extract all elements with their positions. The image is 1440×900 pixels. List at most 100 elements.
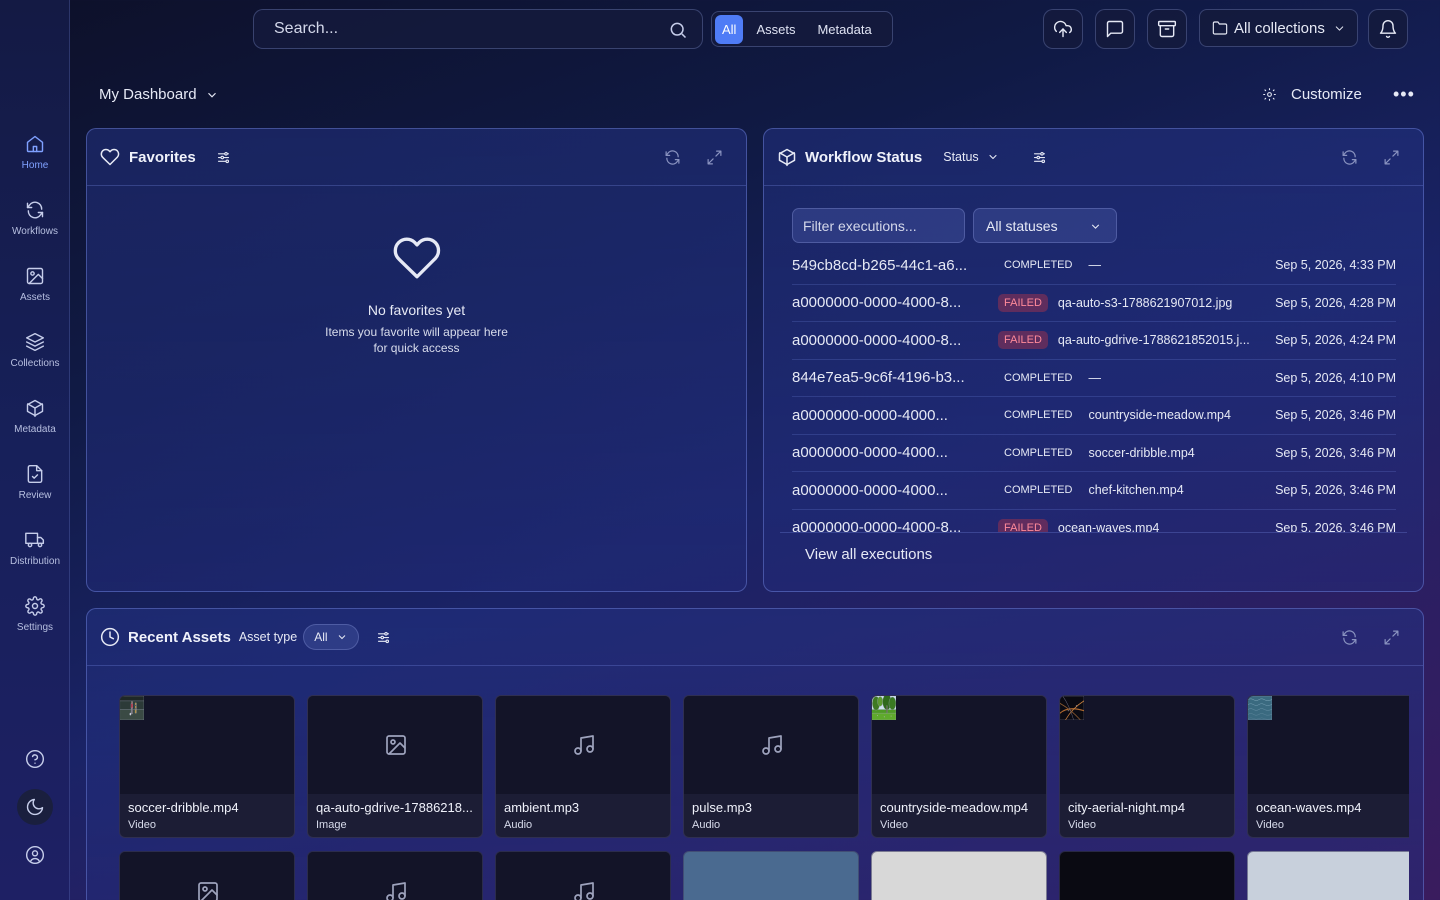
view-all-executions-link[interactable]: View all executions <box>805 546 932 563</box>
asset-type: Video <box>128 819 156 831</box>
refresh-icon[interactable] <box>664 149 681 166</box>
asset-card[interactable] <box>683 851 859 900</box>
help-button[interactable] <box>17 741 53 777</box>
asset-card[interactable] <box>495 851 671 900</box>
sliders-icon[interactable] <box>376 630 391 645</box>
asset-type: Video <box>1068 819 1096 831</box>
scope-tab-metadata[interactable]: Metadata <box>808 15 880 44</box>
execution-asset: chef-kitchen.mp4 <box>1088 483 1184 498</box>
asset-card[interactable]: soccer-dribble.mp4 Video <box>119 695 295 838</box>
theme-toggle-button[interactable] <box>17 789 53 825</box>
execution-date: Sep 5, 2026, 4:33 PM <box>1275 258 1396 273</box>
collections-dropdown[interactable]: All collections <box>1199 9 1358 47</box>
asset-name: ambient.mp3 <box>504 800 580 815</box>
asset-thumbnail <box>496 696 670 794</box>
asset-card[interactable]: city-aerial-night.mp4 Video <box>1059 695 1235 838</box>
scope-tab-all[interactable]: All <box>715 14 744 44</box>
sidebar-item-assets[interactable]: Assets <box>0 262 70 322</box>
asset-thumbnail <box>872 696 1046 794</box>
sliders-icon[interactable] <box>216 150 231 165</box>
asset-card[interactable] <box>871 851 1047 900</box>
execution-date: Sep 5, 2026, 4:10 PM <box>1275 370 1396 385</box>
cube-icon <box>778 148 796 167</box>
execution-id: a0000000-0000-4000... <box>792 406 948 424</box>
filter-executions-input[interactable] <box>803 217 953 234</box>
expand-icon[interactable] <box>706 149 723 166</box>
archive-button[interactable] <box>1147 9 1187 49</box>
search-icon[interactable] <box>668 20 688 40</box>
cube-icon <box>26 399 44 418</box>
expand-icon[interactable] <box>1383 629 1400 646</box>
asset-card[interactable] <box>307 851 483 900</box>
status-dropdown[interactable]: Status <box>943 150 998 164</box>
image-icon <box>386 735 406 755</box>
execution-id: a0000000-0000-4000-8... <box>792 294 962 312</box>
favorites-empty-state: No favorites yet Items you favorite will… <box>87 233 746 356</box>
execution-row[interactable]: a0000000-0000-4000... COMPLETED soccer-dri… <box>792 435 1396 472</box>
execution-row[interactable]: 549cb8cd-b265-44c1-a6... COMPLETED — Sep 5,… <box>792 247 1396 285</box>
home-icon <box>26 135 44 153</box>
refresh-icon[interactable] <box>1341 629 1358 646</box>
scope-tab-assets[interactable]: Assets <box>747 15 804 44</box>
sidebar: Home Workflows Assets Collections Metada… <box>0 0 70 900</box>
execution-row[interactable]: a0000000-0000-4000-8... FAILED qa-auto-gdr… <box>792 322 1396 360</box>
sidebar-item-review[interactable]: Review <box>0 460 70 520</box>
panel-title: Workflow Status <box>805 148 923 166</box>
refresh-icon[interactable] <box>1341 149 1358 166</box>
image-icon <box>26 267 44 285</box>
more-options-button[interactable]: ••• <box>1393 84 1415 105</box>
execution-row[interactable]: a0000000-0000-4000... COMPLETED chef-kitch… <box>792 472 1396 510</box>
execution-row[interactable]: a0000000-0000-4000-8... FAILED ocean-waves… <box>792 510 1396 532</box>
asset-card[interactable]: ambient.mp3 Audio <box>495 695 671 838</box>
asset-card[interactable]: pulse.mp3 Audio <box>683 695 859 838</box>
sidebar-item-home[interactable]: Home <box>0 130 70 190</box>
notifications-button[interactable] <box>1368 9 1408 49</box>
status-badge: FAILED <box>998 331 1048 350</box>
status-badge: FAILED <box>998 293 1048 312</box>
execution-date: Sep 5, 2026, 3:46 PM <box>1275 408 1396 423</box>
asset-card[interactable] <box>1059 851 1235 900</box>
status-badge: COMPLETED <box>1004 259 1073 272</box>
sidebar-item-label: Home <box>21 160 49 171</box>
execution-asset: qa-auto-s3-1788621907012.jpg <box>1057 295 1233 310</box>
divider <box>780 532 1407 533</box>
execution-asset: — <box>1088 258 1101 273</box>
sidebar-item-workflows[interactable]: Workflows <box>0 196 70 256</box>
sidebar-item-collections[interactable]: Collections <box>0 328 70 388</box>
comments-button[interactable] <box>1095 9 1135 49</box>
execution-row[interactable]: a0000000-0000-4000... COMPLETED countrysid… <box>792 397 1396 435</box>
execution-date: Sep 5, 2026, 3:46 PM <box>1275 445 1396 460</box>
asset-type: Image <box>316 819 347 831</box>
execution-id: 549cb8cd-b265-44c1-a6... <box>792 256 968 274</box>
sidebar-item-metadata[interactable]: Metadata <box>0 394 70 454</box>
customize-button[interactable]: Customize <box>1262 86 1362 103</box>
execution-date: Sep 5, 2026, 3:46 PM <box>1275 520 1396 532</box>
profile-button[interactable] <box>17 837 53 873</box>
status-badge: FAILED <box>998 518 1048 532</box>
search-input[interactable] <box>274 20 654 38</box>
asset-name: city-aerial-night.mp4 <box>1068 800 1186 815</box>
sliders-icon[interactable] <box>1032 150 1047 165</box>
status-filter-select[interactable]: All statuses <box>973 208 1117 243</box>
asset-card[interactable]: qa-auto-gdrive-17886218... Image <box>307 695 483 838</box>
music-icon <box>762 735 782 755</box>
asset-thumbnail <box>1060 696 1234 794</box>
asset-card[interactable] <box>1247 851 1409 900</box>
execution-row[interactable]: a0000000-0000-4000-8... FAILED qa-auto-s3-… <box>792 285 1396 322</box>
sidebar-item-label: Review <box>18 490 52 501</box>
asset-card[interactable]: ocean-waves.mp4 Video <box>1247 695 1409 838</box>
asset-type-select[interactable]: All <box>303 624 359 650</box>
asset-thumbnail <box>684 696 858 794</box>
asset-thumbnail <box>496 852 670 900</box>
clock-icon <box>100 627 120 647</box>
expand-icon[interactable] <box>1383 149 1400 166</box>
dashboard-selector[interactable]: My Dashboard <box>99 86 219 103</box>
sidebar-item-label: Settings <box>16 622 54 633</box>
sidebar-item-distribution[interactable]: Distribution <box>0 526 70 586</box>
upload-button[interactable] <box>1043 9 1083 49</box>
execution-row[interactable]: 844e7ea5-9c6f-4196-b3... COMPLETED — Sep 5,… <box>792 360 1396 397</box>
sidebar-item-label: Collections <box>10 358 60 369</box>
sidebar-item-settings[interactable]: Settings <box>0 592 70 652</box>
asset-card[interactable]: countryside-meadow.mp4 Video <box>871 695 1047 838</box>
asset-card[interactable] <box>119 851 295 900</box>
